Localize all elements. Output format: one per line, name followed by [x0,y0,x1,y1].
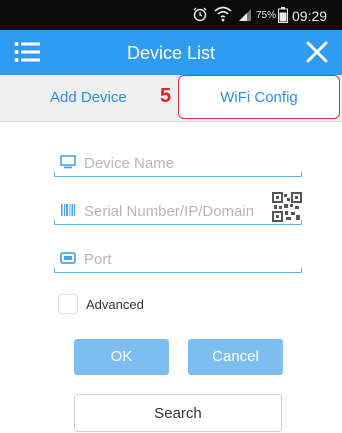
search-button[interactable]: Search [74,394,282,432]
port-field [54,246,302,273]
advanced-label: Advanced [86,297,144,312]
close-icon[interactable] [304,39,330,65]
tab-bar: Add Device 5 WiFi Config [0,75,342,122]
serial-input[interactable] [84,200,274,222]
signal-icon [238,8,252,27]
device-name-input[interactable] [84,152,274,174]
port-input[interactable] [84,248,274,270]
qr-code-icon[interactable] [272,192,302,222]
cancel-button[interactable]: Cancel [188,339,283,375]
battery-icon [278,7,288,28]
page-title: Device List [126,43,216,63]
barcode-icon [60,203,76,222]
battery-percent: 75% [256,10,277,21]
tab-wifi-config[interactable]: WiFi Config [178,75,340,119]
device-name-field [54,150,302,177]
tab-add-device-label: Add Device [50,89,127,106]
port-icon [60,251,76,270]
serial-field [54,192,302,225]
step-number-badge: 5 [160,85,172,107]
tab-add-device[interactable]: Add Device [0,75,178,121]
device-icon [60,155,76,174]
clock: 09:29 [292,8,328,24]
status-bar: 75% 09:29 [0,0,342,30]
wifi-icon [214,6,232,27]
alarm-icon [192,6,208,27]
advanced-checkbox[interactable] [58,294,78,314]
title-bar: Device List [0,30,342,75]
ok-button[interactable]: OK [74,339,169,375]
